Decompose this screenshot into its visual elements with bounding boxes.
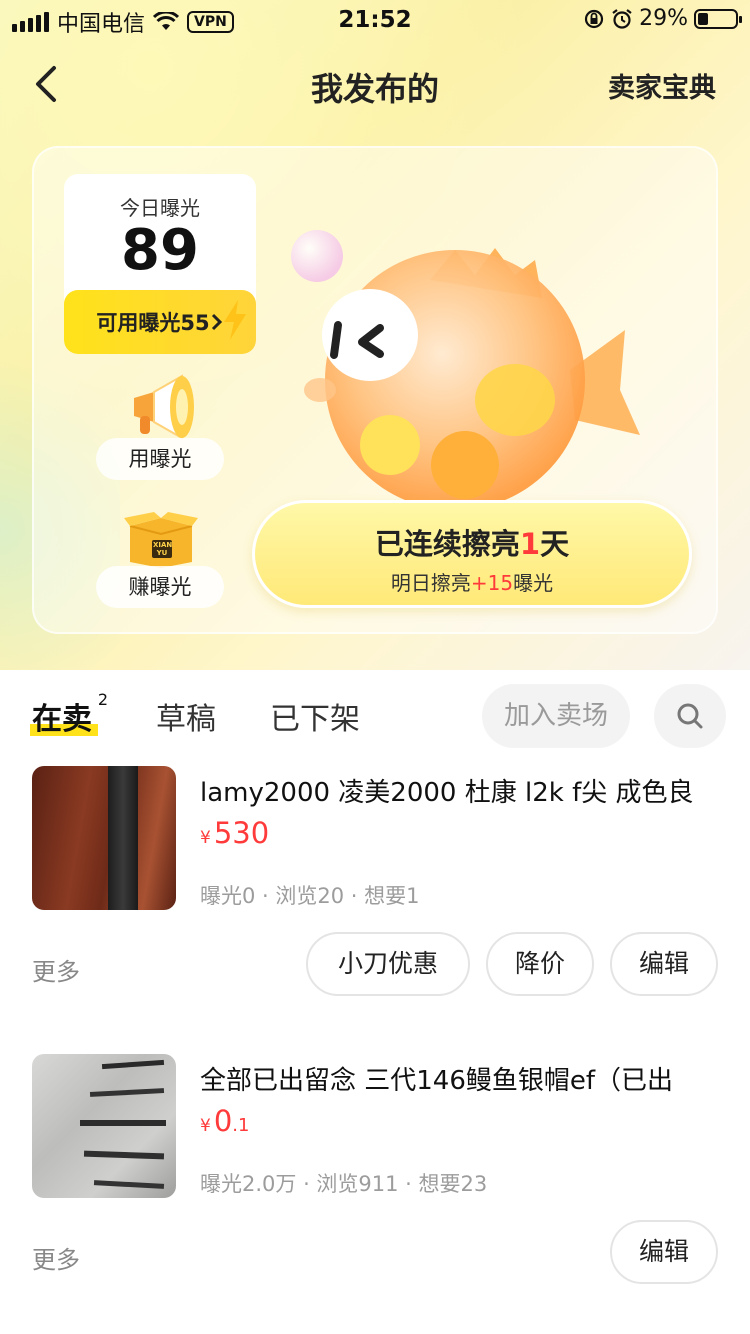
- listing-item[interactable]: 全部已出留念 三代146鳗鱼银帽ef（已出 ¥0.1 曝光2.0万 · 浏览91…: [32, 1054, 732, 1294]
- join-market-button[interactable]: 加入卖场: [482, 684, 630, 748]
- search-button[interactable]: [654, 684, 726, 748]
- pen-image: [83, 1150, 165, 1160]
- item-title: 全部已出留念 三代146鳗鱼银帽ef（已出: [200, 1066, 674, 1096]
- more-link[interactable]: 更多: [32, 1240, 80, 1275]
- tab-on-sale-label: 在卖: [32, 702, 92, 737]
- nav-bar: 我发布的 卖家宝典: [0, 50, 750, 120]
- price-currency: ¥: [200, 828, 211, 848]
- tab-drafts[interactable]: 草稿: [156, 694, 216, 738]
- discount-offer-button[interactable]: 小刀优惠: [306, 932, 470, 996]
- megaphone-icon: [134, 374, 194, 440]
- seller-guide-link[interactable]: 卖家宝典: [608, 66, 716, 105]
- item-stats: 曝光2.0万 · 浏览911 · 想要23: [200, 1172, 488, 1196]
- search-icon: [677, 703, 703, 729]
- price-integer: 0: [213, 1104, 233, 1138]
- tomorrow-suffix: 曝光: [513, 571, 554, 595]
- lightning-icon: [224, 300, 246, 340]
- use-exposure-button[interactable]: 用曝光: [96, 438, 224, 480]
- more-link[interactable]: 更多: [32, 952, 80, 987]
- item-title: lamy2000 凌美2000 杜康 l2k f尖 成色良: [200, 778, 694, 808]
- item-stats: 曝光0 · 浏览20 · 想要1: [200, 884, 420, 908]
- today-exposure-value: 89: [121, 218, 199, 283]
- streak-title: 已连续擦亮1天: [255, 521, 689, 563]
- alarm-icon: [612, 8, 632, 29]
- item-thumbnail[interactable]: [32, 1054, 176, 1198]
- edit-button[interactable]: 编辑: [610, 1220, 718, 1284]
- price-integer: 530: [213, 816, 270, 850]
- streak-days: 1: [519, 527, 541, 561]
- tab-removed[interactable]: 已下架: [270, 694, 360, 738]
- pufferfish-mascot: [291, 230, 640, 510]
- available-exposure-label: 可用曝光55: [96, 311, 210, 335]
- pen-image: [101, 1059, 165, 1070]
- pen-image: [80, 1120, 166, 1126]
- battery-icon: [694, 8, 742, 29]
- available-exposure-button[interactable]: 可用曝光55: [64, 290, 256, 354]
- edit-button[interactable]: 编辑: [610, 932, 718, 996]
- streak-subtitle: 明日擦亮+15曝光: [255, 567, 689, 596]
- tab-bar: 在卖 2 草稿 已下架 加入卖场: [30, 684, 732, 748]
- earn-exposure-button[interactable]: 赚曝光: [96, 566, 224, 608]
- today-exposure-label: 今日曝光: [120, 196, 200, 220]
- tomorrow-bonus: +15: [470, 571, 514, 595]
- pen-image: [89, 1088, 165, 1097]
- item-thumbnail[interactable]: [32, 766, 176, 910]
- battery-percent: 29%: [639, 6, 688, 31]
- box-icon: [124, 512, 198, 568]
- item-price: ¥0.1: [200, 1104, 249, 1138]
- item-price: ¥530: [200, 816, 269, 850]
- box-logo-text: XIAN YU: [153, 541, 173, 557]
- tomorrow-prefix: 明日擦亮: [390, 571, 471, 595]
- lower-price-button[interactable]: 降价: [486, 932, 594, 996]
- listing-item[interactable]: lamy2000 凌美2000 杜康 l2k f尖 成色良 ¥530 曝光0 ·…: [32, 766, 732, 1006]
- tab-on-sale-count: 2: [97, 690, 108, 709]
- streak-prefix: 已连续擦亮: [374, 527, 520, 561]
- price-decimal: .1: [232, 1115, 250, 1136]
- streak-banner[interactable]: 已连续擦亮1天 明日擦亮+15曝光: [252, 500, 692, 608]
- tab-on-sale[interactable]: 在卖 2: [30, 690, 108, 738]
- pen-image: [93, 1180, 165, 1189]
- orientation-lock-icon: [584, 9, 604, 28]
- pen-image: [108, 766, 138, 910]
- status-bar: 中国电信 VPN 21:52 29%: [0, 0, 750, 40]
- streak-suffix: 天: [540, 527, 570, 561]
- price-currency: ¥: [200, 1116, 211, 1136]
